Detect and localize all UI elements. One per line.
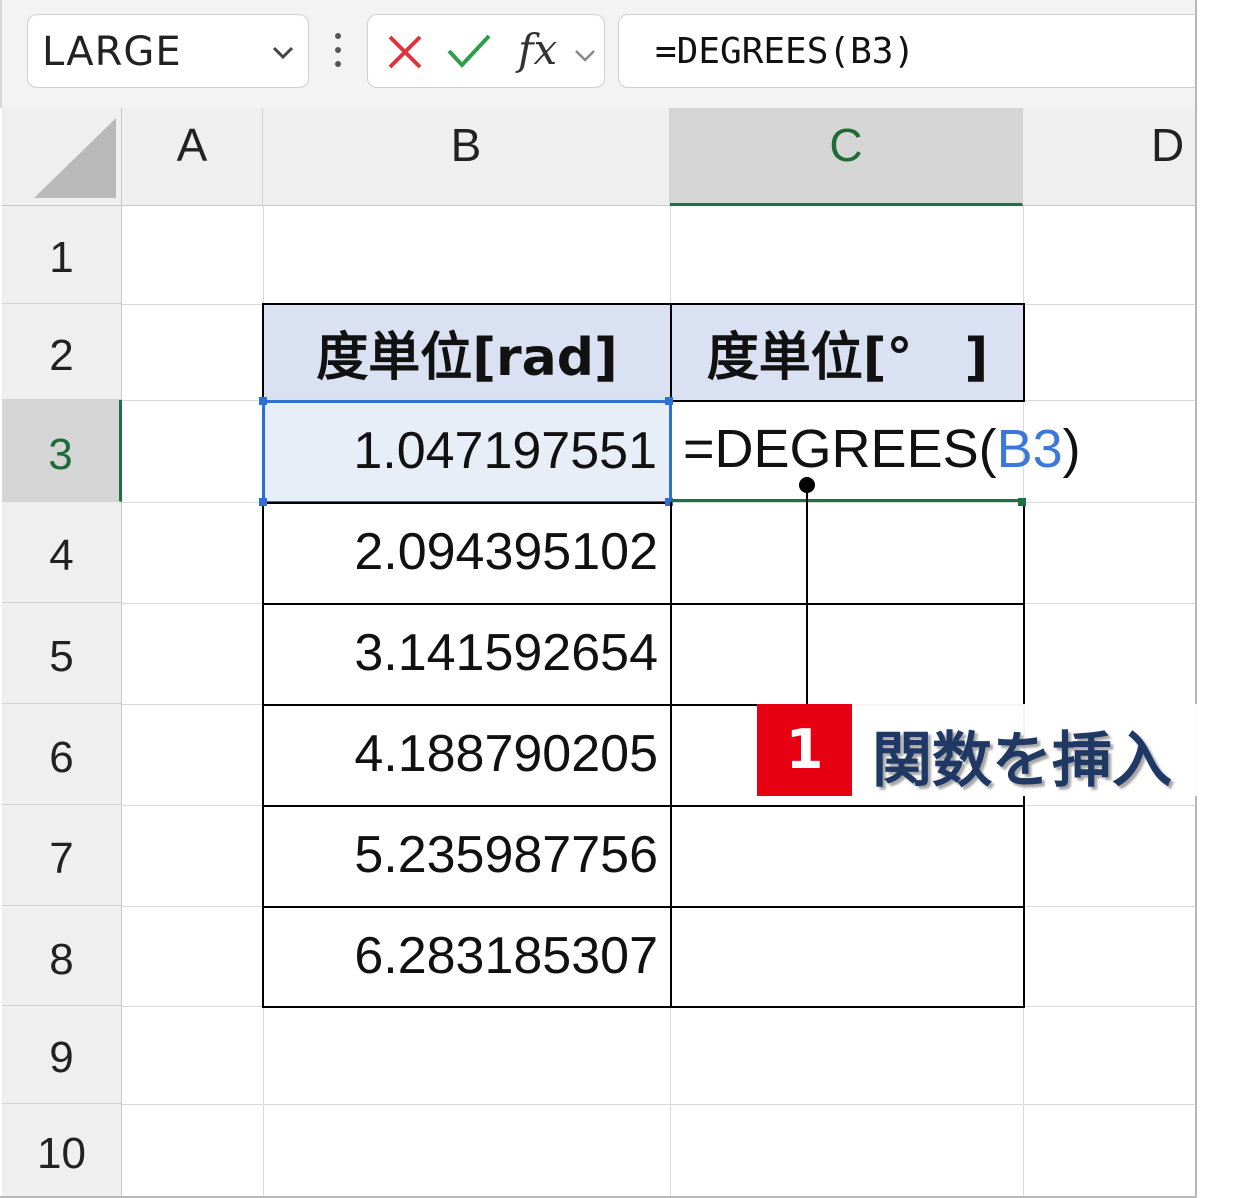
gridline	[122, 1104, 1195, 1105]
formula-prefix: =DEGREES(	[683, 419, 997, 479]
row-header-8[interactable]: 8	[2, 906, 122, 1006]
formula-reference: B3	[996, 419, 1063, 479]
callout-dot	[799, 477, 815, 493]
column-header-d-label: D	[1151, 119, 1185, 171]
row-header-9[interactable]: 9	[2, 1006, 122, 1104]
cell-c8[interactable]	[670, 906, 1025, 1008]
formula-bar: LARGE fx =DEGREES(B3)	[0, 0, 1195, 108]
cell-c4[interactable]	[670, 502, 1025, 605]
cell-c5[interactable]	[670, 603, 1025, 706]
formula-input[interactable]: =DEGREES(B3)	[618, 14, 1195, 88]
header-degree-label: 度単位[° ]	[706, 328, 989, 388]
cell-b8[interactable]: 6.283185307	[262, 906, 672, 1008]
chevron-down-icon[interactable]	[572, 45, 598, 67]
cell-c2[interactable]: 度単位[° ]	[670, 303, 1025, 402]
header-rad-label: 度単位[rad]	[316, 328, 618, 388]
row-header-2[interactable]: 2	[2, 304, 122, 400]
column-header-a[interactable]: A	[122, 108, 263, 206]
cell-b6[interactable]: 4.188790205	[262, 704, 672, 807]
cell-c3-editing[interactable]: =DEGREES(B3)	[671, 400, 1081, 502]
row-header-10[interactable]: 10	[2, 1104, 122, 1196]
step-label-text: 関数を挿入	[872, 726, 1172, 796]
select-all-triangle-icon	[34, 118, 116, 198]
more-options-icon[interactable]	[332, 30, 344, 74]
column-header-d[interactable]: D	[1023, 108, 1195, 206]
cell-b5[interactable]: 3.141592654	[262, 603, 672, 706]
cancel-icon[interactable]	[386, 33, 424, 71]
name-box-value: LARGE	[42, 29, 182, 75]
selection-handle[interactable]	[259, 397, 267, 405]
cell-b3[interactable]: 1.047197551	[262, 400, 672, 504]
callout-leader-line	[806, 484, 808, 706]
row-header-6[interactable]: 6	[2, 704, 122, 805]
row-header-4[interactable]: 4	[2, 502, 122, 603]
selection-handle[interactable]	[259, 498, 267, 506]
formula-text: =DEGREES(B3)	[655, 31, 916, 72]
formula-suffix: )	[1062, 419, 1081, 479]
column-header-c[interactable]: C	[670, 108, 1023, 206]
row-header-1[interactable]: 1	[2, 206, 122, 304]
step-number-badge: 1	[757, 704, 852, 796]
cell-b7[interactable]: 5.235987756	[262, 805, 672, 908]
enter-check-icon[interactable]	[446, 31, 492, 71]
row-header-7[interactable]: 7	[2, 805, 122, 906]
row-header-5[interactable]: 5	[2, 603, 122, 704]
formula-buttons: fx	[367, 14, 605, 88]
row-header-3[interactable]: 3	[2, 400, 122, 502]
spreadsheet-window: LARGE fx =DEGREES(B3) A B C D 1 2 3 4 5 …	[0, 0, 1197, 1198]
cell-b4[interactable]: 2.094395102	[262, 502, 672, 605]
chevron-down-icon[interactable]	[268, 37, 298, 67]
insert-function-icon[interactable]: fx	[518, 25, 557, 74]
step-label: 関数を挿入	[852, 704, 1197, 796]
name-box[interactable]: LARGE	[27, 14, 309, 88]
cell-b2[interactable]: 度単位[rad]	[262, 303, 672, 402]
fill-handle[interactable]	[1018, 498, 1026, 506]
column-header-b[interactable]: B	[263, 108, 670, 206]
select-all-corner[interactable]	[2, 108, 122, 206]
cell-c7[interactable]	[670, 805, 1025, 908]
